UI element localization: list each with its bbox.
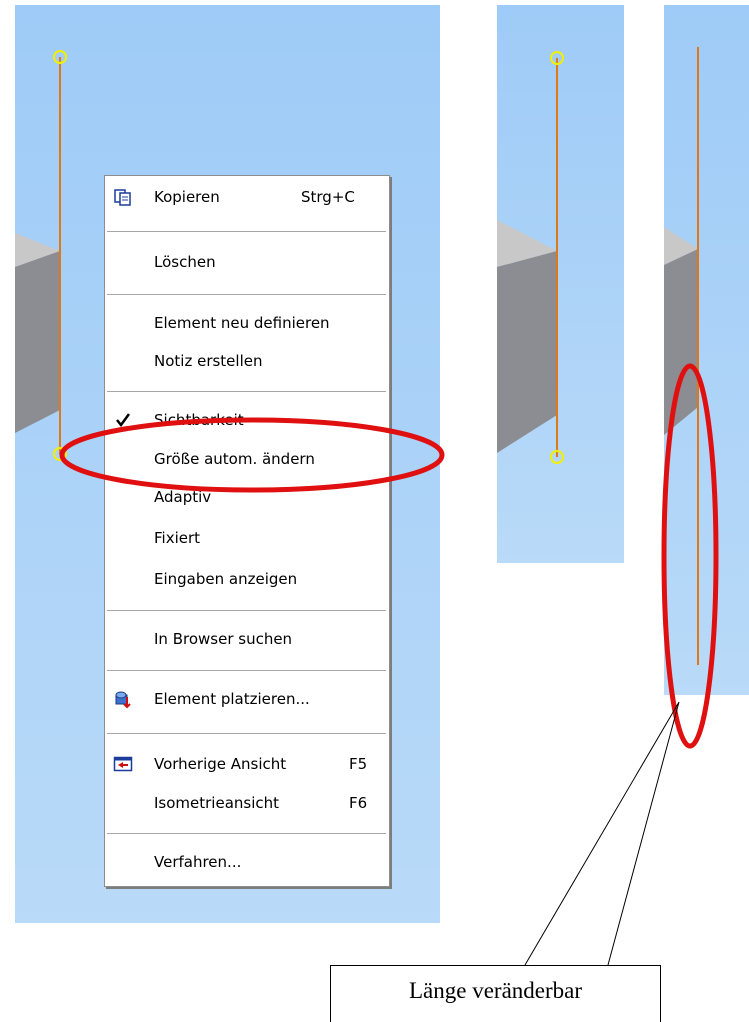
menu-item-label: Element platzieren...: [154, 690, 310, 708]
callout-leader: [524, 701, 680, 966]
solid-side-face: [15, 251, 60, 433]
menu-item-shortcut: Strg+C: [301, 188, 355, 206]
menu-separator: [107, 231, 386, 232]
menu-item-adaptiv[interactable]: Adaptiv: [105, 484, 389, 510]
menu-item-label: Verfahren...: [154, 853, 242, 871]
model-graphics: [664, 47, 699, 665]
menu-item-label: Löschen: [154, 253, 216, 271]
menu-item-label: Notiz erstellen: [154, 352, 263, 370]
viewport-panel-middle: [497, 5, 624, 563]
menu-separator: [107, 294, 386, 295]
context-menu: Kopieren Strg+C Löschen Element neu defi…: [104, 175, 390, 887]
menu-separator: [107, 610, 386, 611]
solid-side-face: [664, 249, 698, 435]
menu-item-isometrieansicht[interactable]: Isometrieansicht F6: [105, 790, 389, 816]
model-graphics: [497, 51, 564, 464]
menu-item-label: Eingaben anzeigen: [154, 570, 298, 588]
menu-item-label: Sichtbarkeit: [154, 411, 244, 429]
menu-item-label: Fixiert: [154, 529, 201, 547]
menu-item-label: Element neu definieren: [154, 314, 330, 332]
previous-view-icon: [113, 756, 133, 772]
menu-item-notiz-erstellen[interactable]: Notiz erstellen: [105, 348, 389, 374]
menu-item-eingaben-anzeigen[interactable]: Eingaben anzeigen: [105, 566, 389, 592]
menu-separator: [107, 733, 386, 734]
copy-icon: [114, 189, 131, 206]
solid-side-face: [497, 251, 557, 453]
menu-item-verfahren[interactable]: Verfahren...: [105, 849, 389, 875]
menu-separator: [107, 833, 386, 834]
menu-item-kopieren[interactable]: Kopieren Strg+C: [105, 184, 389, 210]
checkmark-icon: [116, 413, 131, 428]
menu-item-label: Kopieren: [154, 188, 220, 206]
callout-box: Länge veränderbar: [330, 965, 661, 1022]
menu-item-element-platzieren[interactable]: Element platzieren...: [105, 686, 389, 712]
menu-separator: [107, 670, 386, 671]
menu-item-label: In Browser suchen: [154, 630, 293, 648]
menu-item-vorherige-ansicht[interactable]: Vorherige Ansicht F5: [105, 751, 389, 777]
menu-item-label: Größe autom. ändern: [154, 450, 315, 468]
menu-item-sichtbarkeit[interactable]: Sichtbarkeit: [105, 407, 389, 433]
menu-item-label: Adaptiv: [154, 488, 212, 506]
menu-item-label: Isometrieansicht: [154, 794, 280, 812]
menu-item-fixiert[interactable]: Fixiert: [105, 525, 389, 551]
menu-item-element-neu-definieren[interactable]: Element neu definieren: [105, 310, 389, 336]
place-component-icon: [115, 691, 131, 709]
menu-item-label: Vorherige Ansicht: [154, 755, 287, 773]
viewport-panel-left: Kopieren Strg+C Löschen Element neu defi…: [15, 5, 440, 923]
viewport-panel-right: [664, 5, 749, 695]
menu-item-in-browser-suchen[interactable]: In Browser suchen: [105, 626, 389, 652]
menu-item-shortcut: F5: [349, 755, 368, 773]
menu-item-loeschen[interactable]: Löschen: [105, 249, 389, 275]
menu-item-shortcut: F6: [349, 794, 368, 812]
callout-text: Länge veränderbar: [408, 978, 583, 1003]
menu-separator: [107, 391, 386, 392]
menu-item-groesse-autom-aendern[interactable]: Größe autom. ändern: [105, 446, 389, 472]
